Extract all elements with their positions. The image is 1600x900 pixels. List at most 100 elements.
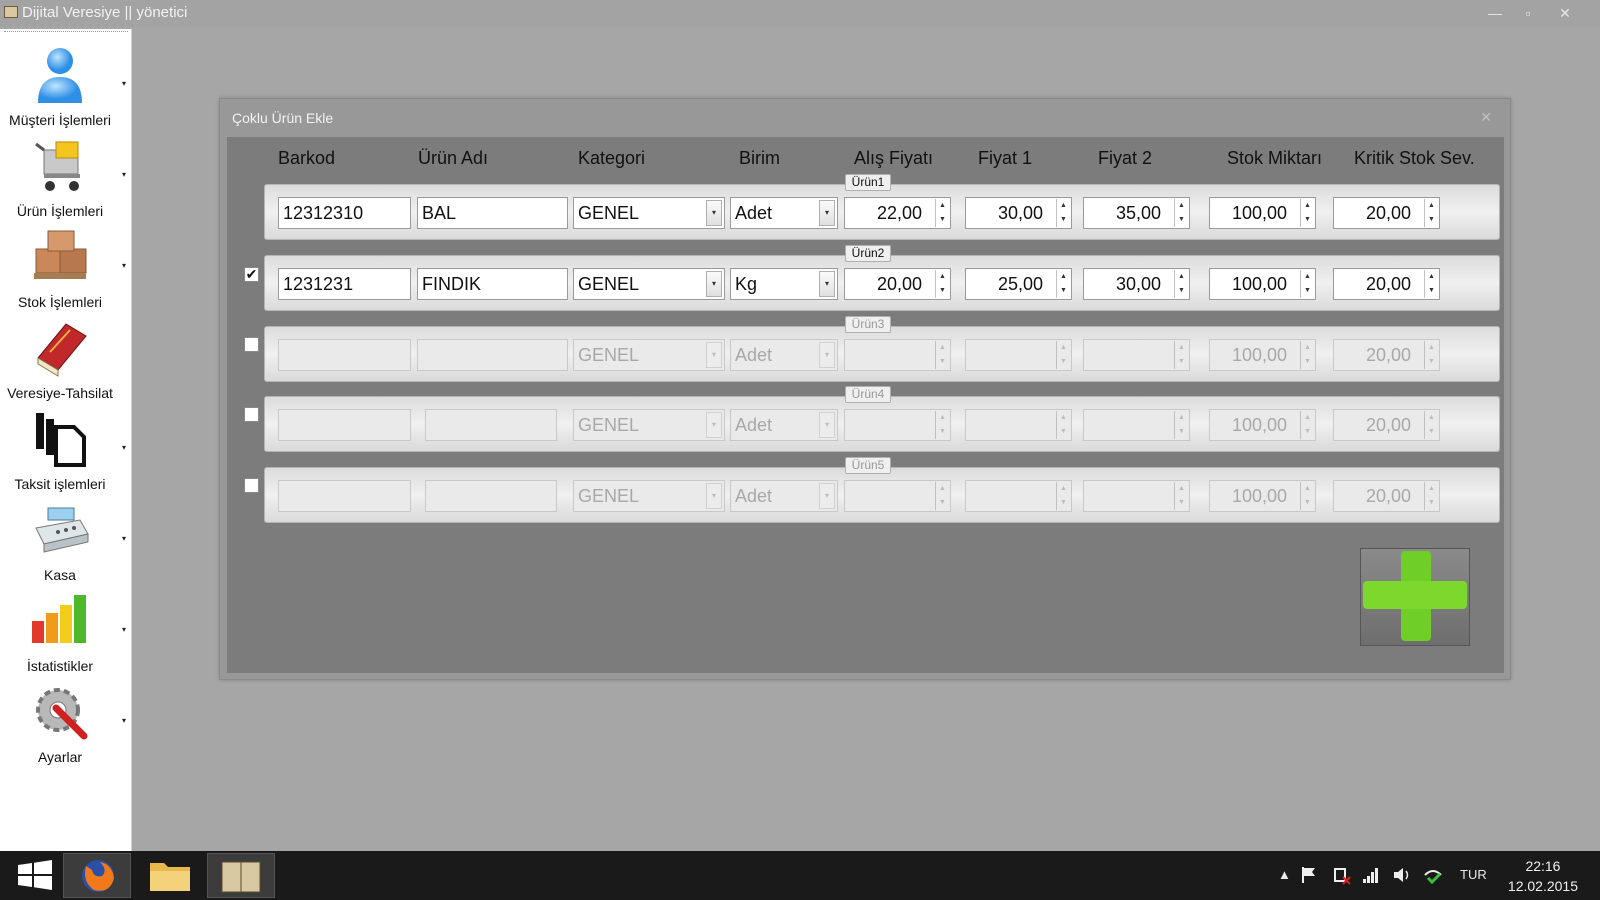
spinner-up-icon[interactable]: ▲ [1057,341,1070,355]
sidebar-item-ayarlar[interactable]: ▾ Ayarlar [0,674,132,765]
volume-icon[interactable] [1392,865,1412,885]
spinner-buttons[interactable]: ▲ ▼ [935,482,949,510]
spinner-up-icon[interactable]: ▲ [1175,270,1188,284]
product-name-input[interactable] [417,339,568,371]
spinner-buttons[interactable]: ▲ ▼ [1174,341,1188,369]
spinner-down-icon[interactable]: ▼ [1425,425,1438,439]
spinner-up-icon[interactable]: ▲ [1301,411,1314,425]
sidebar-item-musteri[interactable]: ▾ Müşteri İşlemleri [0,37,132,128]
sidebar-item-taksit[interactable]: ▾ Taksit işlemleri [0,401,132,492]
spinner-down-icon[interactable]: ▼ [1175,355,1188,369]
price1-stepper[interactable]: 30,00 ▲ ▼ [965,197,1072,229]
spinner-down-icon[interactable]: ▼ [1425,496,1438,510]
barkod-input[interactable]: 12312310 [278,197,411,229]
spinner-down-icon[interactable]: ▼ [936,213,949,227]
spinner-buttons[interactable]: ▲ ▼ [1300,199,1314,227]
dropdown-arrow-icon[interactable]: ▾ [706,200,722,226]
spinner-down-icon[interactable]: ▼ [936,355,949,369]
price2-stepper[interactable]: ▲ ▼ [1083,480,1190,512]
sidebar-item-veresiye[interactable]: Veresiye-Tahsilat [0,310,132,401]
product-name-input[interactable] [425,480,557,512]
spinner-up-icon[interactable]: ▲ [1175,482,1188,496]
spinner-buttons[interactable]: ▲ ▼ [935,341,949,369]
purchase-price-stepper[interactable]: 22,00 ▲ ▼ [844,197,951,229]
spinner-up-icon[interactable]: ▲ [1425,270,1438,284]
sync-check-icon[interactable] [1422,865,1444,885]
spinner-down-icon[interactable]: ▼ [1057,425,1070,439]
spinner-up-icon[interactable]: ▲ [1057,411,1070,425]
spinner-up-icon[interactable]: ▲ [1057,199,1070,213]
network-disconnected-icon[interactable] [1332,865,1352,885]
spinner-buttons[interactable]: ▲ ▼ [935,270,949,298]
price2-stepper[interactable]: 35,00 ▲ ▼ [1083,197,1190,229]
spinner-buttons[interactable]: ▲ ▼ [1056,199,1070,227]
price2-stepper[interactable]: ▲ ▼ [1083,339,1190,371]
spinner-buttons[interactable]: ▲ ▼ [1056,482,1070,510]
restore-button[interactable]: ▫ [1513,2,1543,24]
unit-select[interactable]: Adet ▾ [730,480,838,512]
spinner-up-icon[interactable]: ▲ [936,411,949,425]
dropdown-arrow-icon[interactable]: ▾ [819,271,835,297]
critical-stock-stepper[interactable]: 20,00 ▲ ▼ [1333,480,1440,512]
dropdown-arrow-icon[interactable]: ▾ [706,271,722,297]
spinner-buttons[interactable]: ▲ ▼ [1300,270,1314,298]
spinner-down-icon[interactable]: ▼ [1057,213,1070,227]
critical-stock-stepper[interactable]: 20,00 ▲ ▼ [1333,409,1440,441]
spinner-buttons[interactable]: ▲ ▼ [935,411,949,439]
category-select[interactable]: GENEL ▾ [573,480,725,512]
spinner-buttons[interactable]: ▲ ▼ [1300,341,1314,369]
dropdown-arrow-icon[interactable]: ▾ [706,483,722,509]
unit-select[interactable]: Adet ▾ [730,409,838,441]
stock-qty-stepper[interactable]: 100,00 ▲ ▼ [1209,197,1316,229]
spinner-up-icon[interactable]: ▲ [1175,341,1188,355]
spinner-down-icon[interactable]: ▼ [1301,213,1314,227]
spinner-buttons[interactable]: ▲ ▼ [1300,482,1314,510]
language-indicator[interactable]: TUR [1460,867,1487,882]
start-button[interactable] [2,853,70,898]
spinner-up-icon[interactable]: ▲ [1301,341,1314,355]
stock-qty-stepper[interactable]: 100,00 ▲ ▼ [1209,480,1316,512]
unit-select[interactable]: Adet ▾ [730,339,838,371]
spinner-buttons[interactable]: ▲ ▼ [1056,411,1070,439]
spinner-buttons[interactable]: ▲ ▼ [935,199,949,227]
spinner-up-icon[interactable]: ▲ [936,270,949,284]
taskbar-file-explorer[interactable] [136,853,204,898]
unit-select[interactable]: Adet ▾ [730,197,838,229]
barkod-input[interactable] [278,339,411,371]
row-checkbox[interactable] [244,407,259,422]
spinner-buttons[interactable]: ▲ ▼ [1300,411,1314,439]
critical-stock-stepper[interactable]: 20,00 ▲ ▼ [1333,197,1440,229]
spinner-up-icon[interactable]: ▲ [1425,411,1438,425]
spinner-up-icon[interactable]: ▲ [1425,341,1438,355]
category-select[interactable]: GENEL ▾ [573,409,725,441]
taskbar-dijital-veresiye[interactable] [207,853,275,898]
spinner-up-icon[interactable]: ▲ [1175,199,1188,213]
category-select[interactable]: GENEL ▾ [573,197,725,229]
spinner-up-icon[interactable]: ▲ [936,482,949,496]
stock-qty-stepper[interactable]: 100,00 ▲ ▼ [1209,409,1316,441]
dropdown-arrow-icon[interactable]: ▾ [819,342,835,368]
sidebar-item-istatistikler[interactable]: ▾ İstatistikler [0,583,132,674]
spinner-down-icon[interactable]: ▼ [1175,425,1188,439]
category-select[interactable]: GENEL ▾ [573,339,725,371]
row-checkbox[interactable] [244,337,259,352]
price2-stepper[interactable]: ▲ ▼ [1083,409,1190,441]
purchase-price-stepper[interactable]: ▲ ▼ [844,409,951,441]
spinner-down-icon[interactable]: ▼ [1057,496,1070,510]
spinner-up-icon[interactable]: ▲ [1057,482,1070,496]
dropdown-arrow-icon[interactable]: ▾ [706,412,722,438]
dropdown-arrow-icon[interactable]: ▾ [819,200,835,226]
tray-show-hidden-icon[interactable]: ▲ [1278,867,1291,882]
action-center-flag-icon[interactable] [1300,865,1318,885]
product-name-input[interactable] [425,409,557,441]
spinner-buttons[interactable]: ▲ ▼ [1424,270,1438,298]
spinner-down-icon[interactable]: ▼ [1057,284,1070,298]
dialog-close-icon[interactable]: ✕ [1480,109,1492,126]
signal-bars-icon[interactable] [1362,865,1380,885]
product-name-input[interactable]: BAL [417,197,568,229]
critical-stock-stepper[interactable]: 20,00 ▲ ▼ [1333,339,1440,371]
minimize-button[interactable]: — [1480,2,1510,24]
row-checkbox[interactable] [244,478,259,493]
price1-stepper[interactable]: ▲ ▼ [965,409,1072,441]
sidebar-item-urun[interactable]: ▾ Ürün İşlemleri [0,128,132,219]
